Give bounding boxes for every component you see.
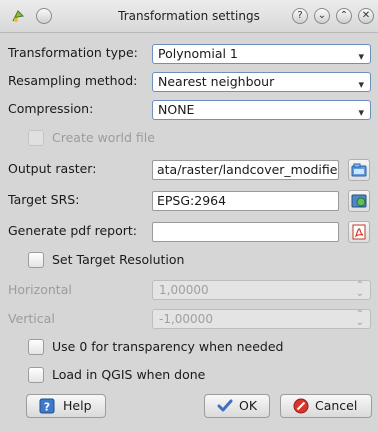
help-button-label: Help bbox=[63, 398, 92, 413]
title-bar: Transformation settings ? ⌄ ⌃ ✕ bbox=[0, 0, 378, 33]
set-target-resolution-label: Set Target Resolution bbox=[52, 252, 185, 267]
set-target-resolution-checkbox[interactable] bbox=[28, 252, 44, 268]
transformation-type-value: Polynomial 1 bbox=[158, 46, 238, 61]
pdf-report-label: Generate pdf report: bbox=[8, 223, 137, 238]
vertical-value: -1,00000 bbox=[159, 312, 213, 326]
load-in-qgis-label: Load in QGIS when done bbox=[52, 367, 206, 382]
compression-combo[interactable]: NONE ▾ bbox=[152, 100, 371, 120]
help-title-icon[interactable]: ? bbox=[292, 8, 308, 24]
browse-pdf-button[interactable] bbox=[348, 221, 370, 243]
pdf-report-input[interactable] bbox=[152, 222, 339, 242]
output-raster-value: ata/raster/landcover_modified.tif bbox=[157, 162, 338, 177]
help-button[interactable]: ? Help bbox=[26, 394, 106, 418]
load-in-qgis-checkbox[interactable] bbox=[28, 367, 44, 383]
output-raster-label: Output raster: bbox=[8, 161, 97, 176]
chevron-down-icon: ▾ bbox=[358, 106, 364, 119]
compression-label: Compression: bbox=[8, 101, 94, 116]
horizontal-spinbox[interactable]: 1,00000 ⌃ ⌄ bbox=[152, 280, 371, 300]
maximize-icon[interactable]: ⌃ bbox=[336, 8, 352, 24]
cancel-button-label: Cancel bbox=[315, 398, 358, 413]
compression-value: NONE bbox=[158, 102, 195, 117]
browse-output-button[interactable] bbox=[348, 159, 370, 181]
use-zero-transparency-checkbox[interactable] bbox=[28, 339, 44, 355]
horizontal-label: Horizontal bbox=[8, 282, 72, 297]
open-folder-icon bbox=[351, 163, 367, 177]
target-srs-value: EPSG:2964 bbox=[157, 193, 227, 208]
close-icon[interactable]: ✕ bbox=[358, 8, 374, 24]
help-icon: ? bbox=[39, 398, 55, 414]
spin-arrows-icon: ⌃ ⌄ bbox=[355, 280, 364, 299]
select-srs-button[interactable] bbox=[348, 190, 370, 212]
minimize-icon[interactable]: ⌄ bbox=[314, 8, 330, 24]
chevron-down-icon: ▾ bbox=[358, 50, 364, 63]
chevron-down-icon: ▾ bbox=[358, 78, 364, 91]
create-world-file-checkbox[interactable] bbox=[28, 130, 44, 146]
resampling-method-combo[interactable]: Nearest neighbour ▾ bbox=[152, 72, 371, 92]
ok-button-label: OK bbox=[239, 398, 258, 413]
ok-button[interactable]: OK bbox=[204, 394, 270, 418]
create-world-file-label: Create world file bbox=[52, 130, 155, 145]
dialog-body: Transformation type: Polynomial 1 ▾ Resa… bbox=[0, 33, 378, 431]
output-raster-input[interactable]: ata/raster/landcover_modified.tif bbox=[152, 160, 339, 180]
horizontal-value: 1,00000 bbox=[159, 283, 209, 297]
checkmark-icon bbox=[217, 399, 233, 412]
resampling-method-label: Resampling method: bbox=[8, 73, 138, 88]
vertical-label: Vertical bbox=[8, 311, 55, 326]
pdf-icon bbox=[352, 224, 366, 240]
cancel-icon bbox=[293, 398, 309, 414]
svg-text:?: ? bbox=[44, 401, 50, 414]
resampling-method-value: Nearest neighbour bbox=[158, 74, 275, 89]
globe-projection-icon bbox=[351, 194, 367, 208]
target-srs-label: Target SRS: bbox=[8, 192, 80, 207]
cancel-button[interactable]: Cancel bbox=[280, 394, 372, 418]
target-srs-input[interactable]: EPSG:2964 bbox=[152, 191, 339, 211]
transformation-type-label: Transformation type: bbox=[8, 45, 138, 60]
spin-arrows-icon: ⌃ ⌄ bbox=[355, 309, 364, 328]
vertical-spinbox[interactable]: -1,00000 ⌃ ⌄ bbox=[152, 309, 371, 329]
transformation-type-combo[interactable]: Polynomial 1 ▾ bbox=[152, 44, 371, 64]
use-zero-transparency-label: Use 0 for transparency when needed bbox=[52, 339, 284, 354]
